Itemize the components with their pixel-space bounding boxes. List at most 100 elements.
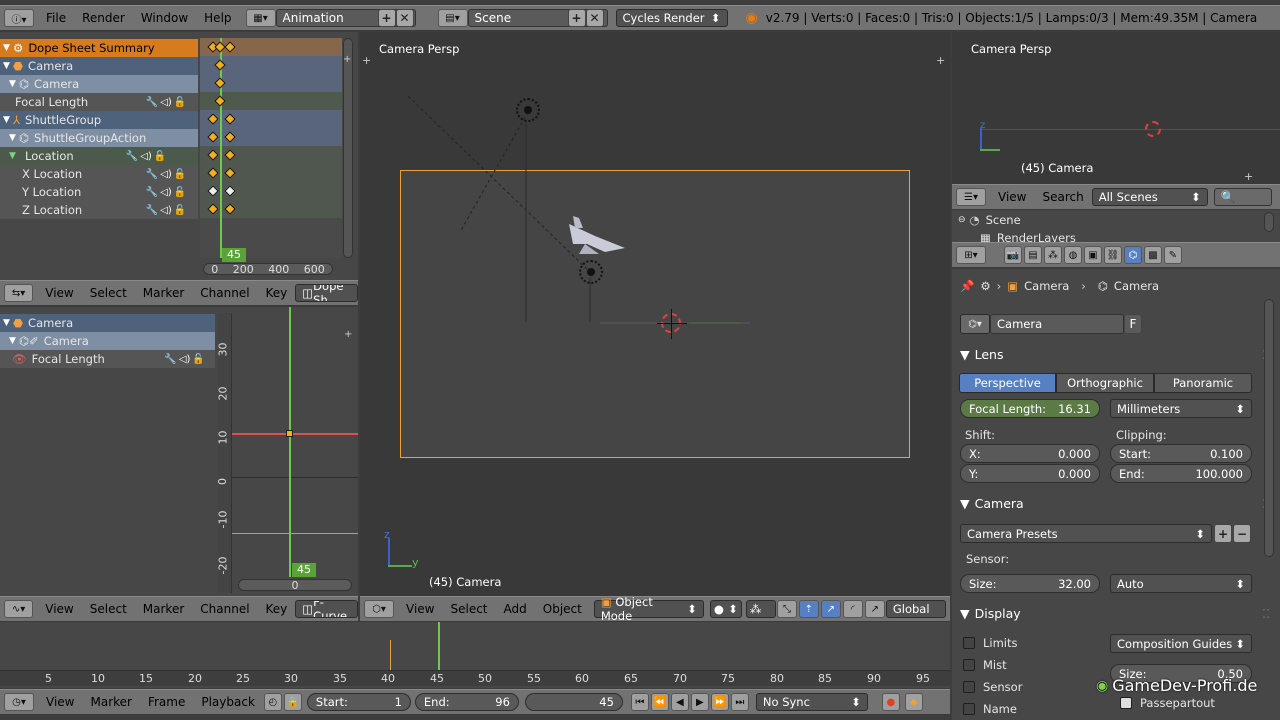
scene-tab-icon[interactable]: ⁂	[1044, 246, 1062, 264]
display-panel-header[interactable]: ▼ Display ⁚⁚	[960, 602, 1270, 624]
jump-start-button[interactable]: ⏮	[630, 693, 649, 711]
viewport-editor-type-button[interactable]: ⬡▾	[364, 600, 394, 618]
graph-editor-type-button[interactable]: ∿▾	[4, 600, 34, 618]
properties-editor-type-button[interactable]: ⊞▾	[956, 246, 986, 264]
outliner-scrollbar[interactable]	[1264, 212, 1274, 232]
layout-close-button[interactable]: ✕	[395, 9, 414, 27]
dope-collapse-plus[interactable]: +	[343, 54, 355, 66]
outliner-search-input[interactable]: 🔍	[1213, 188, 1272, 206]
shift-y-field[interactable]: Y: 0.000	[960, 464, 1100, 483]
layout-add-button[interactable]: +	[377, 9, 396, 27]
timeline-menu-marker[interactable]: Marker	[82, 695, 139, 709]
dope-mode-dropdown[interactable]: ◫ Dope Sh	[295, 284, 358, 302]
shift-x-field[interactable]: X: 0.000	[960, 444, 1100, 463]
jump-keyframe-back-button[interactable]: ⏪	[650, 693, 669, 711]
3d-cursor-icon[interactable]	[657, 309, 687, 339]
graph-mute-icon[interactable]: ◁)	[178, 353, 192, 366]
composition-guides-dropdown[interactable]: Composition Guides ⬍	[1110, 634, 1252, 653]
z-lock-icon[interactable]: 🔓	[173, 204, 187, 217]
add-preset-button[interactable]: +	[1214, 524, 1232, 543]
channel-dope-sheet-summary[interactable]: ▼ ⚙ Dope Sheet Summary	[0, 39, 198, 57]
scale-manipulator-button[interactable]: ◜	[842, 600, 863, 618]
timeline-editor[interactable]: 5 10 15 20 25 30 35 40 45 50 55 60 65 70…	[0, 622, 950, 688]
camera-preview-viewport[interactable]: Camera Persp z (45) Camera +	[952, 32, 1280, 184]
curve-keyframe[interactable]	[286, 430, 293, 437]
physics-tab-icon[interactable]: ✎	[1164, 246, 1182, 264]
space-shuttle-model[interactable]	[565, 214, 627, 256]
outliner-item-renderlayers[interactable]: ▦ RenderLayers	[980, 231, 1076, 242]
timeline-menu-view[interactable]: View	[38, 695, 82, 709]
dope-menu-select[interactable]: Select	[82, 286, 135, 300]
collapse-minus-icon[interactable]: ⊖	[958, 215, 966, 225]
sensor-size-field[interactable]: Size: 32.00	[960, 574, 1100, 593]
camera-datablock-name[interactable]: Camera	[990, 314, 1124, 334]
group-mute-icon[interactable]: ◁)	[139, 150, 153, 163]
fake-user-button[interactable]: F	[1124, 314, 1142, 334]
graph-collapse-plus[interactable]: +	[344, 329, 352, 340]
name-checkbox[interactable]: Name	[963, 702, 1017, 716]
camera-panel-header[interactable]: ▼Camera⁚⁚	[960, 492, 1270, 514]
lens-unit-dropdown[interactable]: Millimeters ⬍	[1110, 399, 1252, 418]
scene-browse-button[interactable]: ▤▾	[437, 9, 468, 27]
graph-menu-key[interactable]: Key	[258, 602, 296, 616]
x-mute-icon[interactable]: ◁)	[159, 168, 173, 181]
pivot-point-dropdown[interactable]: ⁂	[745, 600, 776, 618]
layout-browse-button[interactable]: ▦▾	[245, 9, 276, 27]
render-tab-icon[interactable]: 📷	[1004, 246, 1022, 264]
sensor-checkbox[interactable]: Sensor	[963, 680, 1022, 694]
constraints-tab-icon[interactable]: ⛓	[1104, 246, 1122, 264]
translate-manipulator-button[interactable]: ⇡	[798, 600, 819, 618]
jump-keyframe-forward-button[interactable]: ⏩	[710, 693, 729, 711]
menu-window[interactable]: Window	[133, 11, 196, 25]
viewport-shading-dropdown[interactable]: ● ⬍	[709, 600, 742, 618]
menu-help[interactable]: Help	[196, 11, 239, 25]
dope-vertical-scrollbar[interactable]	[343, 38, 353, 258]
clip-start-field[interactable]: Start: 0.100	[1110, 444, 1252, 463]
outliner-menu-search[interactable]: Search	[1034, 190, 1091, 204]
outliner-menu-view[interactable]: View	[990, 190, 1034, 204]
channel-mute-icon[interactable]: ◁)	[159, 96, 173, 109]
render-engine-dropdown[interactable]: Cycles Render ⬍	[615, 9, 728, 27]
breadcrumb-object[interactable]: Camera	[1024, 279, 1069, 293]
graph-lock-icon[interactable]: 🔓	[192, 353, 206, 366]
channel-x-location[interactable]: X Location 🔧 ◁) 🔓	[0, 165, 198, 183]
manipulator-toggle-button[interactable]: ⤡	[776, 600, 797, 618]
x-lock-icon[interactable]: 🔓	[173, 168, 187, 181]
keying-set-icon[interactable]: ◆	[904, 693, 923, 711]
y-wrench-icon[interactable]: 🔧	[145, 186, 159, 199]
graph-mode-dropdown[interactable]: ◫ F-Curve	[295, 600, 358, 618]
menu-file[interactable]: File	[38, 11, 74, 25]
play-reverse-button[interactable]: ◀	[670, 693, 689, 711]
render-layers-tab-icon[interactable]: ▤	[1024, 246, 1042, 264]
tab-orthographic[interactable]: Orthographic	[1056, 373, 1154, 393]
channel-focal-length[interactable]: Focal Length 🔧 ◁) 🔓	[0, 93, 198, 111]
menu-render[interactable]: Render	[74, 11, 133, 25]
breadcrumb-camera[interactable]: Camera	[1114, 279, 1159, 293]
3d-viewport[interactable]: Camera Persp + + z y (45) Camera	[360, 32, 950, 596]
lamp-icon[interactable]	[516, 98, 540, 122]
dope-horizontal-scrollbar[interactable]: 0 200 400 600	[203, 263, 333, 276]
timeline-menu-playback[interactable]: Playback	[193, 695, 263, 709]
outliner-display-dropdown[interactable]: All Scenes ⬍	[1091, 188, 1208, 206]
y-lock-icon[interactable]: 🔓	[173, 186, 187, 199]
channel-shuttlegroup-object[interactable]: ▼ ⅄ ShuttleGroup	[0, 111, 198, 129]
viewport-menu-select[interactable]: Select	[442, 602, 495, 616]
limits-checkbox[interactable]: Limits	[963, 636, 1018, 650]
channel-wrench-icon[interactable]: 🔧	[145, 96, 159, 109]
visibility-eye-icon[interactable]: 👁	[12, 352, 27, 366]
graph-menu-marker[interactable]: Marker	[135, 602, 192, 616]
tab-panoramic[interactable]: Panoramic	[1154, 373, 1252, 393]
dope-menu-marker[interactable]: Marker	[135, 286, 192, 300]
focal-length-curve[interactable]	[232, 433, 358, 435]
lock-range-toggle[interactable]: 🔒	[283, 693, 302, 711]
remove-preset-button[interactable]: −	[1233, 524, 1251, 543]
scene-add-button[interactable]: +	[567, 9, 586, 27]
preview-range-toggle[interactable]: ◴	[263, 693, 282, 711]
outliner-editor-type-button[interactable]: ☰▾	[956, 188, 986, 206]
group-lock-icon[interactable]: 🔓	[153, 150, 167, 163]
graph-horizontal-scrollbar[interactable]: 0	[238, 579, 352, 591]
graph-menu-channel[interactable]: Channel	[192, 602, 257, 616]
dope-menu-channel[interactable]: Channel	[192, 286, 257, 300]
camera-presets-dropdown[interactable]: Camera Presets ⬍	[960, 524, 1212, 543]
graph-wrench-icon[interactable]: 🔧	[164, 353, 178, 366]
